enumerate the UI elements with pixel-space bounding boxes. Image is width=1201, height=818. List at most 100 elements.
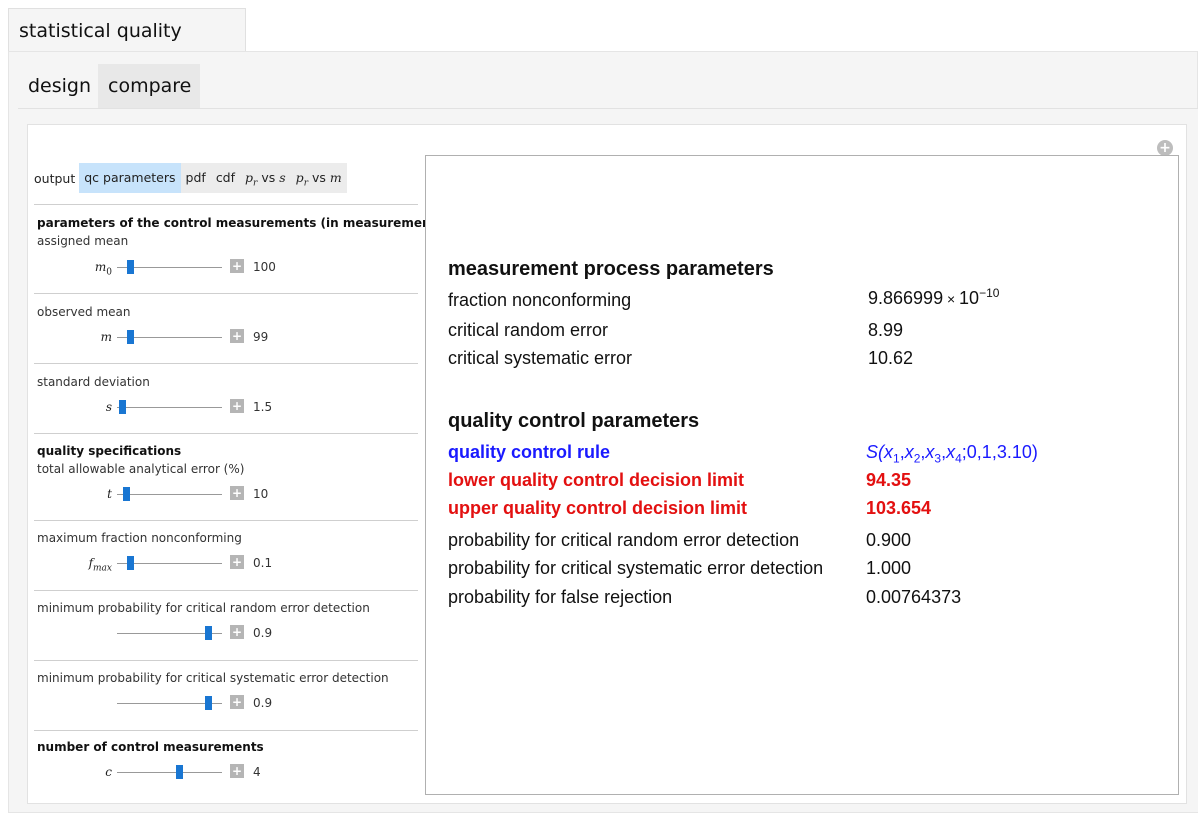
tae-slider-track[interactable]	[117, 494, 222, 495]
m-sym: m	[329, 170, 342, 185]
qc-rule-value: S(x1,x2,x3,x4;0,1,3.10)	[866, 442, 1038, 466]
critical-systematic-error-value: 10.62	[868, 348, 914, 368]
fraction-nonconforming-label: fraction nonconforming	[448, 290, 632, 310]
upper-limit-label: upper quality control decision limit	[448, 498, 748, 518]
qc-rule-sub2: 2	[913, 451, 921, 466]
output-pdf-button[interactable]: pdf	[180, 163, 211, 193]
s-sym: s	[279, 170, 286, 185]
observed-mean-slider-thumb[interactable]	[126, 330, 134, 344]
qc-rule-sub4: 4	[955, 451, 962, 466]
p-random-detection-label: probability for critical random error de…	[448, 530, 800, 550]
fnc-mantissa: 9.866999	[868, 288, 944, 308]
tae-value: 10	[253, 487, 269, 501]
pr-r2: r	[303, 178, 308, 189]
tab-compare[interactable]: compare	[98, 64, 200, 109]
divider	[34, 204, 418, 205]
p-systematic-detection-label: probability for critical systematic erro…	[448, 558, 824, 578]
n-control-value: 4	[253, 765, 261, 779]
assigned-mean-value: 100	[253, 260, 276, 274]
fnc-times: ×	[946, 291, 956, 307]
fnc-base: 10	[959, 288, 980, 308]
n-control-control: c + 4	[37, 762, 417, 782]
pr-r: r	[253, 178, 258, 189]
p-random-value: 0.9	[253, 626, 273, 640]
critical-systematic-error-label: critical systematic error	[448, 348, 633, 368]
p-random-detection-value: 0.900	[866, 530, 912, 550]
fmax-sub: max	[93, 563, 112, 574]
p-systematic-value: 0.9	[253, 696, 273, 710]
fmax-value: 0.1	[253, 556, 273, 570]
p-systematic-label: minimum probability for critical systema…	[37, 671, 389, 685]
observed-mean-label: observed mean	[37, 305, 131, 319]
t-symbol: t	[107, 487, 112, 501]
qc-heading: quality control parameters	[448, 410, 700, 432]
output-label: output	[34, 170, 76, 186]
lower-limit-value: 94.35	[866, 470, 912, 490]
p-systematic-expand-icon[interactable]: +	[230, 695, 244, 709]
tab-statistical-quality-control[interactable]: statistical quality control	[8, 8, 246, 86]
add-circle-icon[interactable]: +	[1157, 140, 1173, 156]
fraction-nonconforming-value: 9.866999 × 10−10	[868, 286, 999, 309]
divider	[34, 520, 418, 521]
std-dev-expand-icon[interactable]: +	[230, 399, 244, 413]
fmax-expand-icon[interactable]: +	[230, 555, 244, 569]
divider	[34, 590, 418, 591]
tae-slider-thumb[interactable]	[122, 487, 130, 501]
fmax-control: fmax + 0.1	[37, 553, 417, 573]
pr-p: p	[245, 170, 254, 185]
n-control-slider-thumb[interactable]	[175, 765, 183, 779]
p-random-expand-icon[interactable]: +	[230, 625, 244, 639]
vs-text: vs	[261, 170, 276, 185]
divider	[34, 363, 418, 364]
std-dev-value: 1.5	[253, 400, 273, 414]
divider	[34, 293, 418, 294]
std-dev-slider-track[interactable]	[117, 407, 222, 408]
upper-limit-value: 103.654	[866, 498, 932, 518]
n-control-slider-track[interactable]	[117, 772, 222, 773]
tae-control: t + 10	[37, 484, 417, 504]
p-false-rejection-value: 0.00764373	[866, 587, 962, 607]
p-random-control: + 0.9	[37, 623, 417, 643]
m0-symbol: m0	[95, 257, 112, 282]
output-selector: output qc parameters pdf cdf pr vs s pr …	[34, 163, 347, 193]
m-symbol: m	[100, 330, 112, 344]
measurements-heading: parameters of the control measurements (…	[37, 216, 480, 230]
qc-rule-label: quality control rule	[448, 442, 611, 462]
std-dev-slider-thumb[interactable]	[118, 400, 126, 414]
process-heading: measurement process parameters	[448, 258, 774, 280]
p-systematic-slider-thumb[interactable]	[205, 696, 213, 710]
qc-rule-x1: x	[884, 442, 893, 462]
output-qc-parameters-button[interactable]: qc parameters	[79, 163, 181, 193]
qc-rule-tail: ;0,1,3.10)	[961, 442, 1038, 462]
qc-rule-x2: x	[904, 442, 914, 462]
c-symbol: c	[105, 765, 112, 779]
fmax-label: maximum fraction nonconforming	[37, 531, 242, 545]
output-pr-vs-m-button[interactable]: pr vs m	[290, 163, 347, 193]
std-dev-label: standard deviation	[37, 375, 150, 389]
lower-limit-label: lower quality control decision limit	[448, 470, 745, 490]
p-false-rejection-label: probability for false rejection	[448, 587, 673, 607]
fmax-slider-thumb[interactable]	[126, 556, 134, 570]
qc-rule-x4: x	[946, 442, 956, 462]
n-control-heading: number of control measurements	[37, 740, 264, 754]
tae-expand-icon[interactable]: +	[230, 486, 244, 500]
observed-mean-value: 99	[253, 330, 269, 344]
assigned-mean-slider-thumb[interactable]	[126, 260, 134, 274]
divider	[34, 433, 418, 434]
observed-mean-expand-icon[interactable]: +	[230, 329, 244, 343]
m0-m: m	[94, 260, 107, 274]
std-dev-control: s + 1.5	[37, 397, 417, 417]
output-pr-vs-s-button[interactable]: pr vs s	[240, 163, 291, 193]
output-cdf-button[interactable]: cdf	[210, 163, 241, 193]
fnc-exponent: −10	[979, 286, 1000, 300]
m0-sub: 0	[106, 267, 112, 278]
qc-rule-s: S(	[866, 442, 884, 462]
tab-design[interactable]: design	[18, 64, 98, 109]
assigned-mean-expand-icon[interactable]: +	[230, 259, 244, 273]
assigned-mean-label: assigned mean	[37, 234, 129, 248]
p-random-slider-thumb[interactable]	[205, 626, 213, 640]
divider	[34, 660, 418, 661]
pr-p2: p	[295, 170, 304, 185]
assigned-mean-control: m0 + 100	[37, 257, 417, 277]
n-control-expand-icon[interactable]: +	[230, 764, 244, 778]
